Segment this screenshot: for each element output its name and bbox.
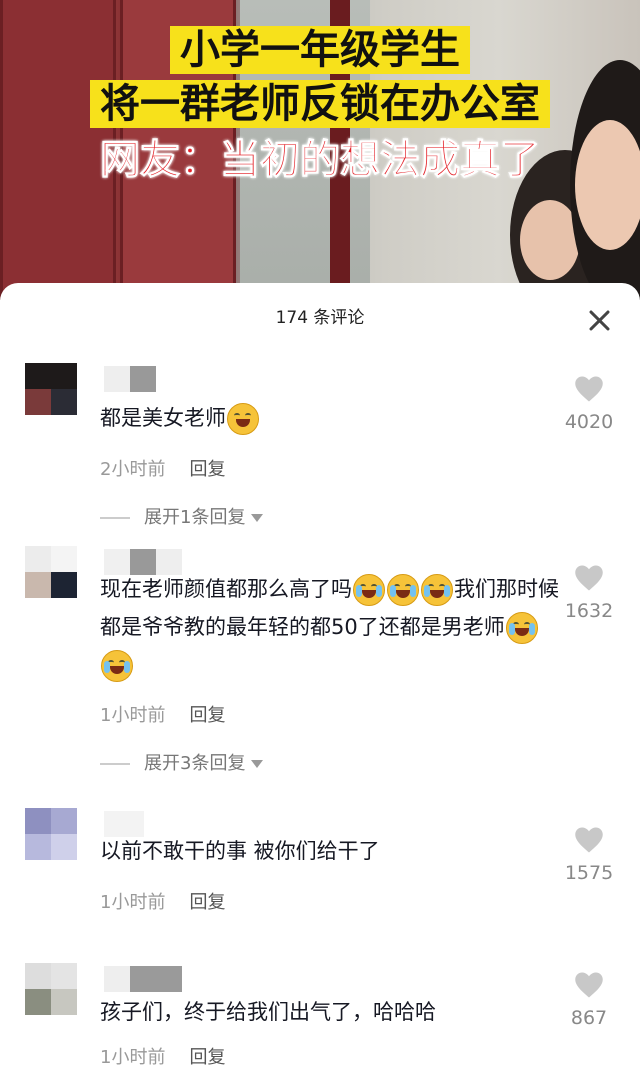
heart-icon bbox=[575, 376, 603, 402]
comments-sheet: 174 条评论 都是美女老师 2小时前 回复 展开1条回复 4020 现在老师颜… bbox=[0, 283, 640, 1073]
rolling-laughing-emoji bbox=[353, 574, 385, 606]
pleading-face-emoji bbox=[227, 403, 259, 435]
heart-icon bbox=[575, 827, 603, 853]
like-button[interactable]: 1632 bbox=[558, 564, 620, 622]
comment-meta: 1小时前 回复 bbox=[100, 701, 225, 727]
comment-text: 现在老师颜值都那么高了吗 我们那时候都是爷爷教的最年轻的都50了还都是男老师 bbox=[100, 570, 560, 684]
like-button[interactable]: 867 bbox=[558, 971, 620, 1029]
rolling-laughing-emoji bbox=[421, 574, 453, 606]
like-count: 1632 bbox=[564, 600, 614, 622]
loudly-crying-emoji bbox=[505, 612, 538, 644]
like-count: 4020 bbox=[564, 411, 614, 433]
expand-replies[interactable]: 展开1条回复 bbox=[100, 503, 264, 529]
like-count: 867 bbox=[570, 1007, 608, 1029]
comment-meta: 2小时前 回复 bbox=[100, 455, 225, 481]
comment-time: 1小时前 bbox=[100, 705, 166, 726]
video-caption-line2: 将一群老师反锁在办公室 bbox=[0, 80, 640, 128]
rolling-laughing-emoji bbox=[387, 574, 419, 606]
heart-icon bbox=[575, 972, 603, 998]
video-preview[interactable]: 小学一年级学生 将一群老师反锁在办公室 网友：当初的想法成真了 bbox=[0, 0, 640, 300]
avatar[interactable] bbox=[25, 963, 77, 1015]
comment-time: 1小时前 bbox=[100, 892, 166, 913]
reply-button[interactable]: 回复 bbox=[189, 459, 225, 480]
comments-count-title: 174 条评论 bbox=[275, 308, 365, 328]
comment-text: 孩子们，终于给我们出气了，哈哈哈 bbox=[100, 1000, 436, 1024]
avatar[interactable] bbox=[25, 363, 77, 415]
reply-button[interactable]: 回复 bbox=[189, 1047, 225, 1068]
comment-meta: 1小时前 回复 bbox=[100, 1043, 225, 1069]
comment-time: 2小时前 bbox=[100, 459, 166, 480]
close-icon[interactable] bbox=[588, 309, 610, 331]
like-button[interactable]: 1575 bbox=[558, 826, 620, 884]
caret-down-icon bbox=[251, 514, 264, 522]
loudly-crying-emoji bbox=[101, 650, 133, 682]
reply-button[interactable]: 回复 bbox=[189, 892, 225, 913]
caret-down-icon bbox=[251, 760, 264, 768]
video-caption-line3: 网友：当初的想法成真了 bbox=[100, 137, 541, 183]
like-count: 1575 bbox=[564, 862, 614, 884]
comment-text: 都是美女老师 bbox=[100, 399, 560, 437]
comment-time: 1小时前 bbox=[100, 1047, 166, 1068]
comment-text: 以前不敢干的事 被你们给干了 bbox=[100, 839, 380, 863]
expand-replies[interactable]: 展开3条回复 bbox=[100, 749, 264, 775]
avatar[interactable] bbox=[25, 808, 77, 860]
heart-icon bbox=[575, 565, 603, 591]
reply-button[interactable]: 回复 bbox=[189, 705, 225, 726]
avatar[interactable] bbox=[25, 546, 77, 598]
video-caption-line1: 小学一年级学生 bbox=[0, 26, 640, 74]
like-button[interactable]: 4020 bbox=[558, 375, 620, 433]
comment-meta: 1小时前 回复 bbox=[100, 888, 225, 914]
